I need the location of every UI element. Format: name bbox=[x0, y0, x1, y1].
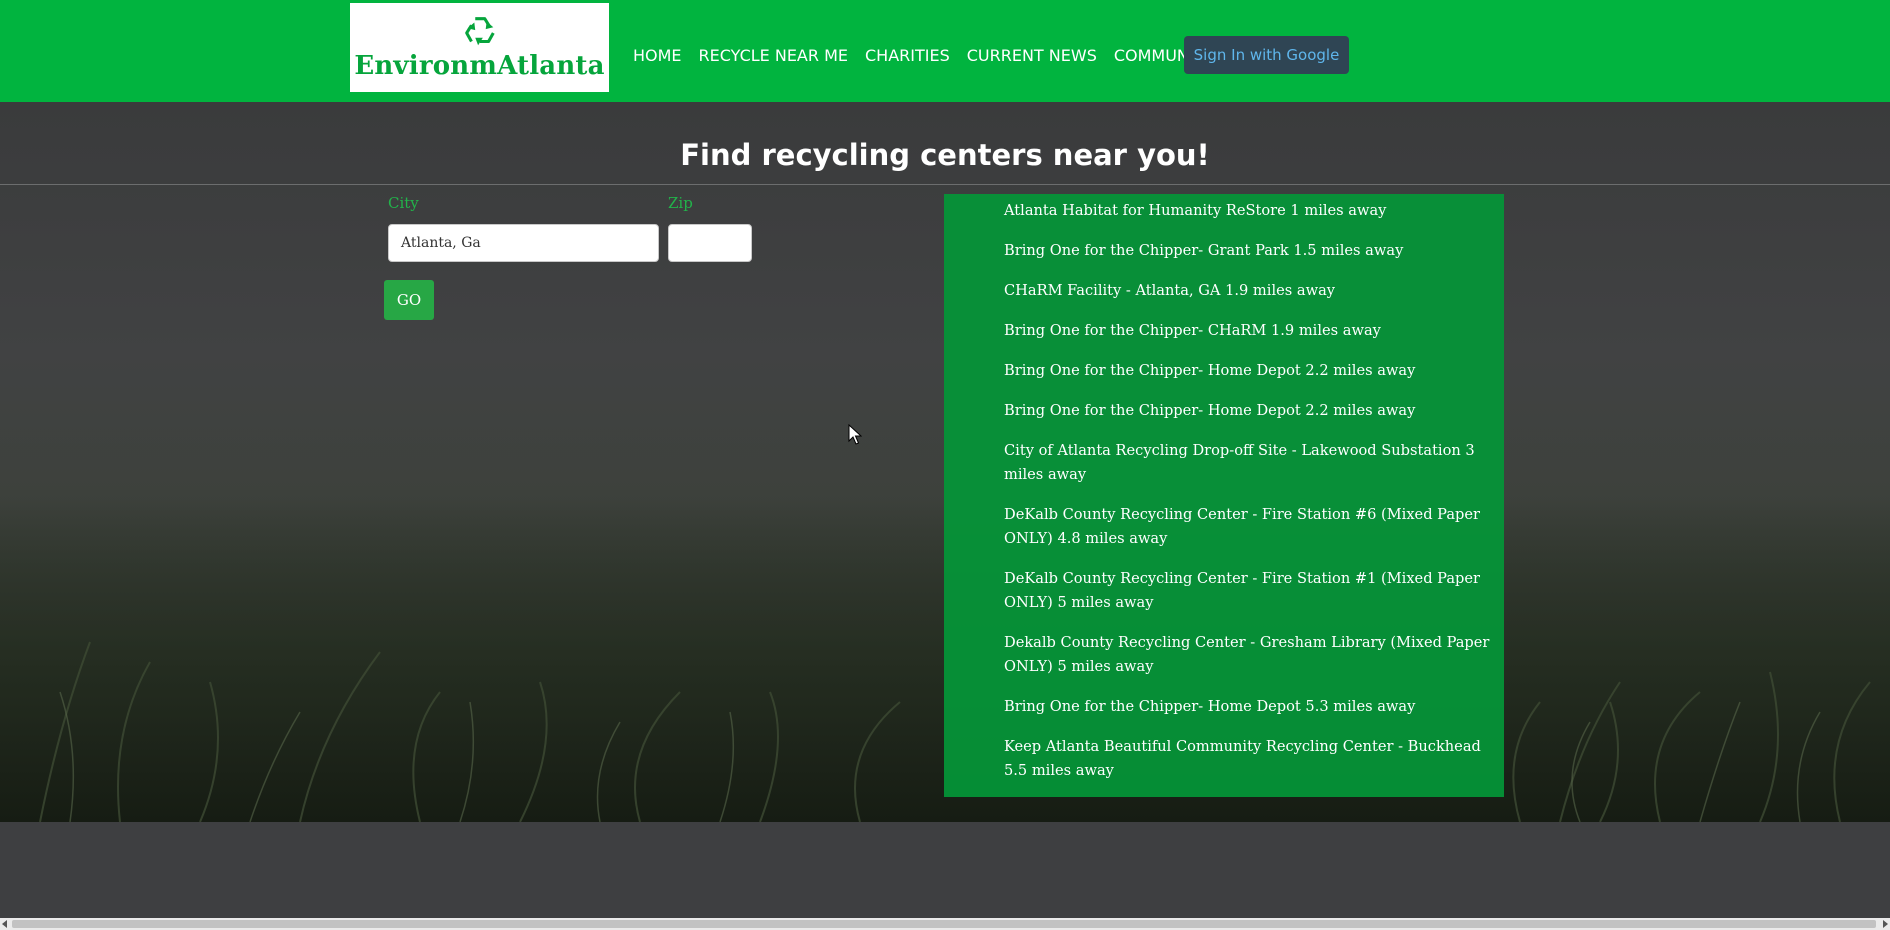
mouse-cursor-icon bbox=[848, 424, 862, 445]
result-item[interactable]: Atlanta Habitat for Humanity ReStore 1 m… bbox=[1004, 199, 1500, 223]
horizontal-scrollbar[interactable] bbox=[0, 918, 1890, 930]
results-list: Atlanta Habitat for Humanity ReStore 1 m… bbox=[944, 194, 1504, 783]
divider bbox=[0, 184, 1890, 185]
result-item[interactable]: City of Atlanta Recycling Drop-off Site … bbox=[1004, 439, 1500, 487]
result-item[interactable]: Bring One for the Chipper- Home Depot 2.… bbox=[1004, 359, 1500, 383]
zip-label: Zip bbox=[668, 194, 693, 212]
top-nav-bar: EnvironmAtlanta HOME RECYCLE NEAR ME CHA… bbox=[0, 0, 1890, 102]
page-title: Find recycling centers near you! bbox=[680, 138, 1210, 172]
scroll-thumb[interactable] bbox=[12, 920, 1876, 928]
logo-text: EnvironmAtlanta bbox=[354, 51, 605, 81]
results-panel: Atlanta Habitat for Humanity ReStore 1 m… bbox=[944, 194, 1504, 797]
site-logo[interactable]: EnvironmAtlanta bbox=[350, 3, 609, 92]
main-nav: HOME RECYCLE NEAR ME CHARITIES CURRENT N… bbox=[633, 46, 1230, 65]
hero-section: Find recycling centers near you! City At… bbox=[0, 102, 1890, 822]
scroll-left-icon[interactable] bbox=[2, 920, 7, 928]
city-input[interactable]: Atlanta, Ga bbox=[388, 224, 659, 262]
scroll-right-icon[interactable] bbox=[1883, 920, 1888, 928]
result-item[interactable]: Bring One for the Chipper- CHaRM 1.9 mil… bbox=[1004, 319, 1500, 343]
result-item[interactable]: DeKalb County Recycling Center - Fire St… bbox=[1004, 567, 1500, 615]
nav-recycle-near-me[interactable]: RECYCLE NEAR ME bbox=[699, 46, 848, 65]
result-item[interactable]: Keep Atlanta Beautiful Community Recycli… bbox=[1004, 735, 1500, 783]
result-item[interactable]: Bring One for the Chipper- Home Depot 5.… bbox=[1004, 695, 1500, 719]
nav-current-news[interactable]: CURRENT NEWS bbox=[967, 46, 1097, 65]
city-label: City bbox=[388, 194, 419, 212]
result-item[interactable]: Dekalb County Recycling Center - Gresham… bbox=[1004, 631, 1500, 679]
sign-in-google-button[interactable]: Sign In with Google bbox=[1184, 36, 1349, 74]
go-button[interactable]: GO bbox=[384, 280, 434, 320]
footer-area bbox=[0, 822, 1890, 918]
nav-home[interactable]: HOME bbox=[633, 46, 682, 65]
result-item[interactable]: Bring One for the Chipper- Home Depot 2.… bbox=[1004, 399, 1500, 423]
result-item[interactable]: Bring One for the Chipper- Grant Park 1.… bbox=[1004, 239, 1500, 263]
result-item[interactable]: CHaRM Facility - Atlanta, GA 1.9 miles a… bbox=[1004, 279, 1500, 303]
zip-input[interactable] bbox=[668, 224, 752, 262]
result-item[interactable]: DeKalb County Recycling Center - Fire St… bbox=[1004, 503, 1500, 551]
nav-charities[interactable]: CHARITIES bbox=[865, 46, 950, 65]
recycle-icon bbox=[464, 17, 495, 46]
